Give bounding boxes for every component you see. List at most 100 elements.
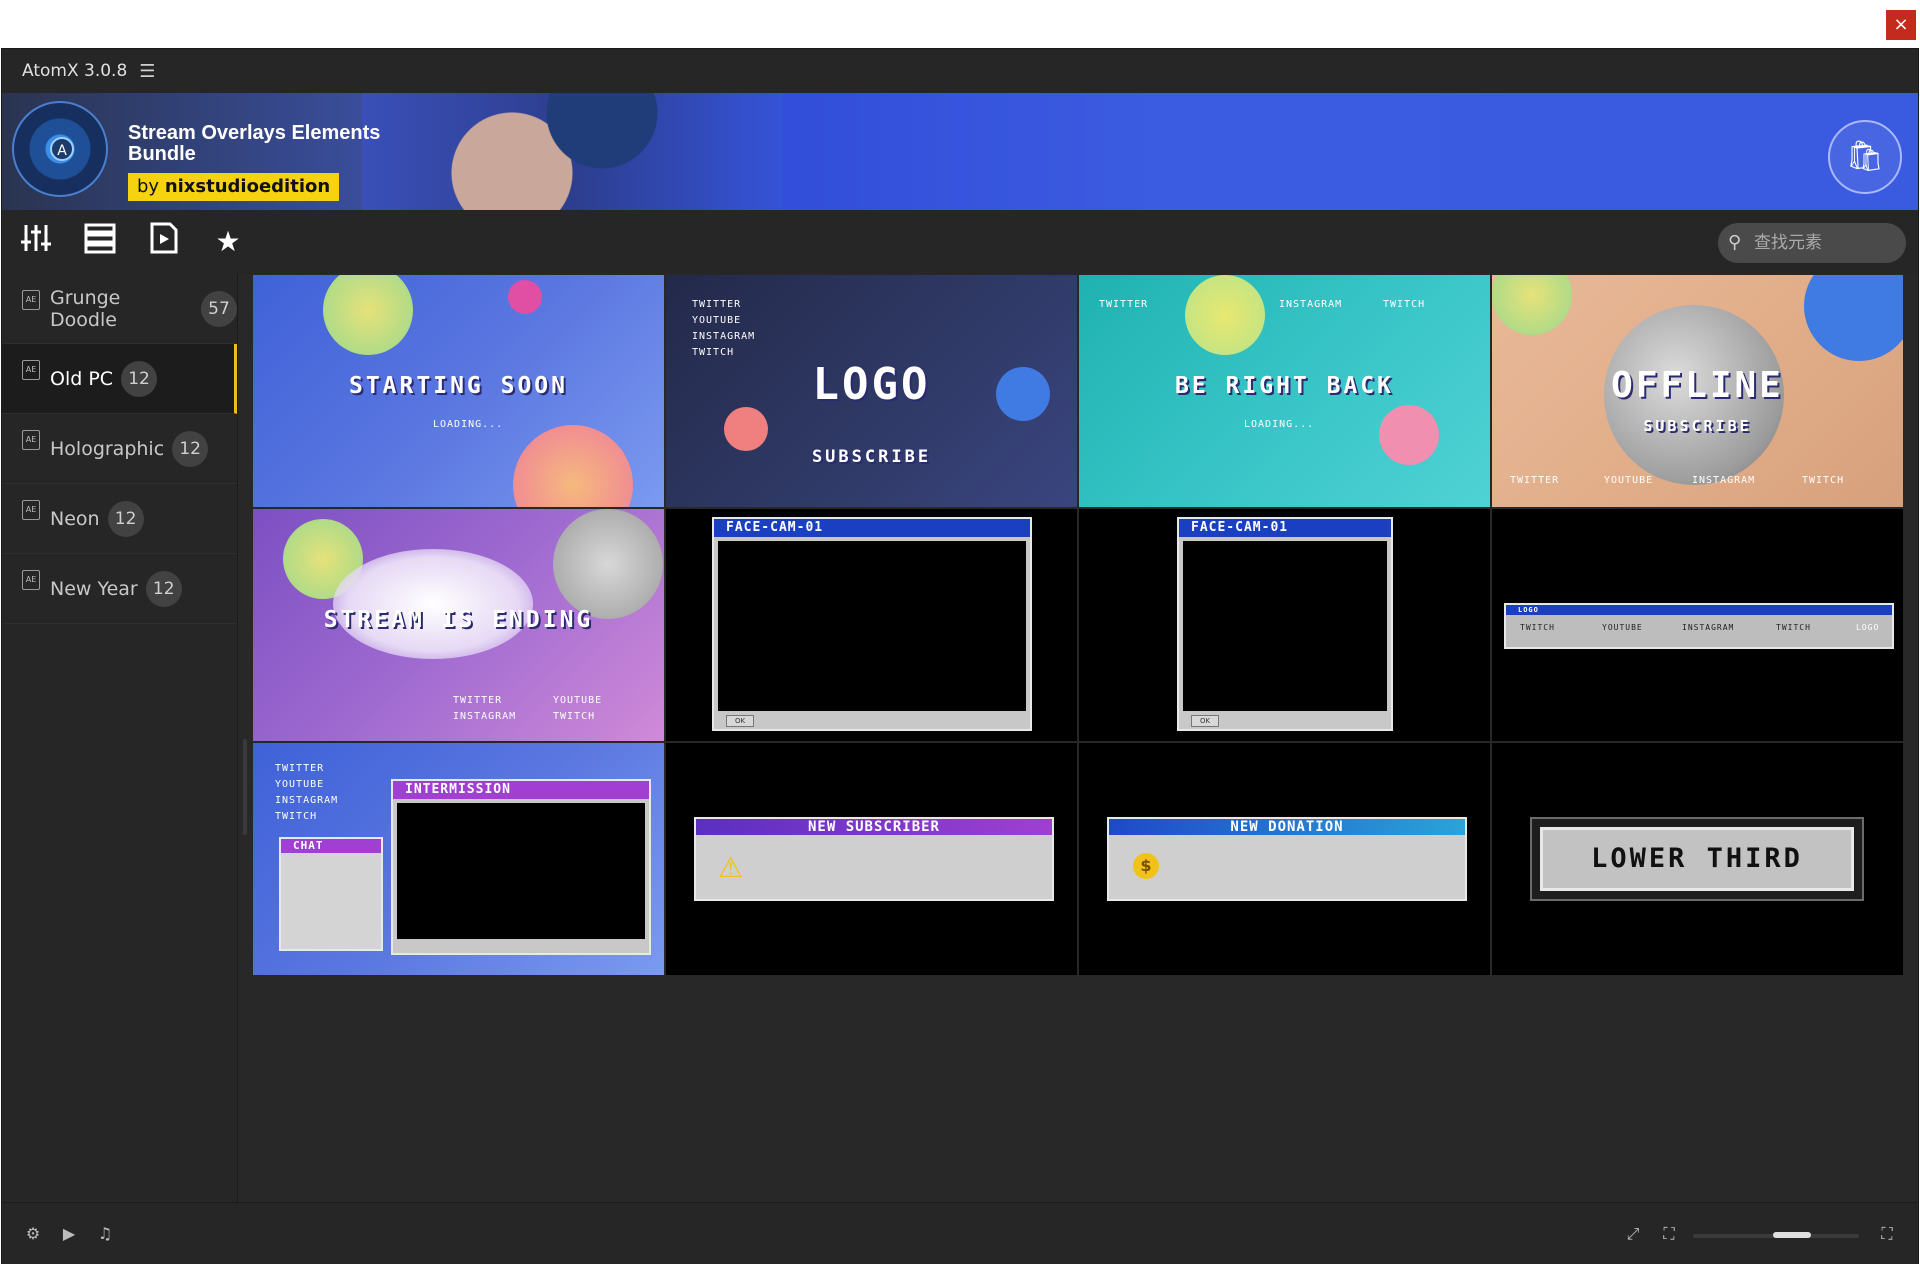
lower-third-frame: LOWER THIRD [1530,817,1864,901]
music-icon[interactable]: ♫ [94,1223,116,1245]
tile-title: STREAM IS ENDING [323,607,594,633]
alert-window: NEW SUBSCRIBER ⚠ [694,817,1054,901]
social-twitch-label: TWITCH [1776,623,1811,632]
social-twitch-label: TWITCH [275,811,318,822]
tile-subtitle: SUBSCRIBE [811,447,932,467]
facecam-window: FACE-CAM-01 OK [1177,517,1393,731]
social-twitter-label: TWITTER [1099,299,1149,310]
social-youtube-label: YOUTUBE [553,695,603,706]
thumbnail-be-right-back[interactable]: TWITTER YOUTUBE INSTAGRAM TWITCH BE RIGH… [1079,275,1490,507]
social-instagram-label: INSTAGRAM [1692,475,1756,486]
tile-loading-text: LOADING... [1244,419,1315,430]
list-icon[interactable] [80,222,120,262]
social-twitter-label: TWITTER [275,763,325,774]
intermission-title: INTERMISSION [393,781,649,799]
alert-window: NEW DONATION $ [1107,817,1467,901]
ae-file-icon: AE [22,430,40,450]
star-icon[interactable]: ★ [208,222,248,262]
search-icon: ⚲ [1728,232,1742,253]
hamburger-menu-icon[interactable]: ☰ [139,61,155,82]
alert-title: NEW DONATION [1109,819,1465,835]
sidebar-item-label: New Year [50,577,138,600]
bar-logo-label: LOGO [1856,623,1880,632]
coin-icon: $ [1133,853,1159,879]
thumbnail-size-slider[interactable] [1693,1232,1859,1238]
ok-button: OK [726,715,754,727]
facecam-title: FACE-CAM-01 [714,519,1030,537]
thumbnail-stream-ending[interactable]: STREAM IS ENDING TWITTER YOUTUBE INSTAGR… [253,509,664,741]
shop-button[interactable]: 🛍 [1828,120,1902,194]
tile-title: STARTING SOON [348,373,568,399]
ae-file-icon: AE [22,290,40,310]
social-twitch-label: TWITCH [1802,475,1845,486]
fullscreen-icon[interactable]: ⛶ [1658,1223,1680,1245]
tile-loading-text: LOADING... [433,419,504,430]
thumbnail-new-subscriber[interactable]: NEW SUBSCRIBER ⚠ [666,743,1077,975]
sidebar-item-holographic[interactable]: AE Holographic 12 [2,414,237,484]
social-youtube-label: YOUTUBE [692,315,742,326]
thumbnail-lower-third[interactable]: LOWER THIRD [1492,743,1903,975]
title-bar: AtomX 3.0.8 ☰ [2,49,1918,93]
close-window-button[interactable]: × [1886,10,1916,40]
social-bar-window: LOGO TWITCH YOUTUBE INSTAGRAM TWITCH LOG… [1504,603,1894,649]
element-grid: STARTING SOON LOADING... TWITTER YOUTUBE… [253,275,1906,975]
facecam-screen [718,541,1026,711]
facecam-screen [1183,541,1387,711]
author-name: nixstudioedition [164,176,331,197]
decor-bubble [724,407,768,451]
slider-thumb[interactable] [1773,1232,1811,1238]
chat-title: CHAT [281,839,381,853]
sidebar-item-count: 12 [172,430,209,467]
intermission-screen [397,803,645,939]
sidebar-resize-handle[interactable] [243,739,247,835]
social-twitter-label: TWITTER [1510,475,1560,486]
search-input[interactable]: ⚲ 查找元素 [1718,223,1906,263]
video-icon[interactable]: ▶ [58,1223,80,1245]
thumbnail-new-donation[interactable]: NEW DONATION $ [1079,743,1490,975]
toolbar: ★ [2,210,1918,274]
social-twitter-label: TWITTER [692,299,742,310]
social-instagram-label: INSTAGRAM [692,331,756,342]
decor-bubble [1379,405,1439,465]
social-twitch-label: TWITCH [1383,299,1426,310]
facecam-title: FACE-CAM-01 [1179,519,1391,537]
thumbnail-starting-soon[interactable]: STARTING SOON LOADING... [253,275,664,507]
thumbnail-logo[interactable]: TWITTER YOUTUBE INSTAGRAM TWITCH LOGO SU… [666,275,1077,507]
ae-file-icon: AE [22,500,40,520]
facecam-window: FACE-CAM-01 OK [712,517,1032,731]
alert-title: NEW SUBSCRIBER [696,819,1052,835]
app-title: AtomX 3.0.8 [22,61,128,81]
tile-title: LOGO [812,359,931,410]
expand-icon[interactable]: ⤢ [1622,1223,1644,1245]
sidebar-item-grunge-doodle[interactable]: AE Grunge Doodle 57 [2,274,237,344]
warning-icon: ⚠ [718,851,744,884]
sliders-icon[interactable] [16,222,56,262]
chat-window: CHAT [279,837,383,951]
video-file-icon[interactable] [144,222,184,262]
thumbnail-facecam-01-a[interactable]: FACE-CAM-01 OK [666,509,1077,741]
ae-file-icon: AE [22,570,40,590]
sidebar-item-neon[interactable]: AE Neon 12 [2,484,237,554]
grid-size-icon[interactable]: ⛶ [1876,1223,1898,1245]
tile-title: OFFLINE [1611,365,1784,406]
thumbnail-offline[interactable]: OFFLINE SUBSCRIBE TWITTER YOUTUBE INSTAG… [1492,275,1903,507]
effects-icon[interactable]: ⚙ [22,1223,44,1245]
social-instagram-label: INSTAGRAM [1279,299,1343,310]
thumbnail-intermission[interactable]: TWITTER YOUTUBE INSTAGRAM TWITCH INTERMI… [253,743,664,975]
social-youtube-label: YOUTUBE [1604,475,1654,486]
thumbnail-social-bar[interactable]: LOGO TWITCH YOUTUBE INSTAGRAM TWITCH LOG… [1492,509,1903,741]
social-youtube-label: YOUTUBE [275,779,325,790]
cloud-image [333,549,533,659]
social-twitch-label: TWITCH [692,347,735,358]
author-tag[interactable]: by nixstudioedition [128,173,340,201]
sidebar-item-new-year[interactable]: AE New Year 12 [2,554,237,624]
social-instagram-label: INSTAGRAM [275,795,339,806]
sidebar-item-label: Old PC [50,367,114,390]
decor-bubble [1185,275,1265,355]
sidebar-item-label: Holographic [50,437,165,460]
thumbnail-facecam-01-b[interactable]: FACE-CAM-01 OK [1079,509,1490,741]
decor-bubble [508,280,542,314]
search-placeholder: 查找元素 [1754,233,1822,253]
decor-bubble [513,425,633,507]
sidebar-item-old-pc[interactable]: AE Old PC 12 [2,344,237,414]
